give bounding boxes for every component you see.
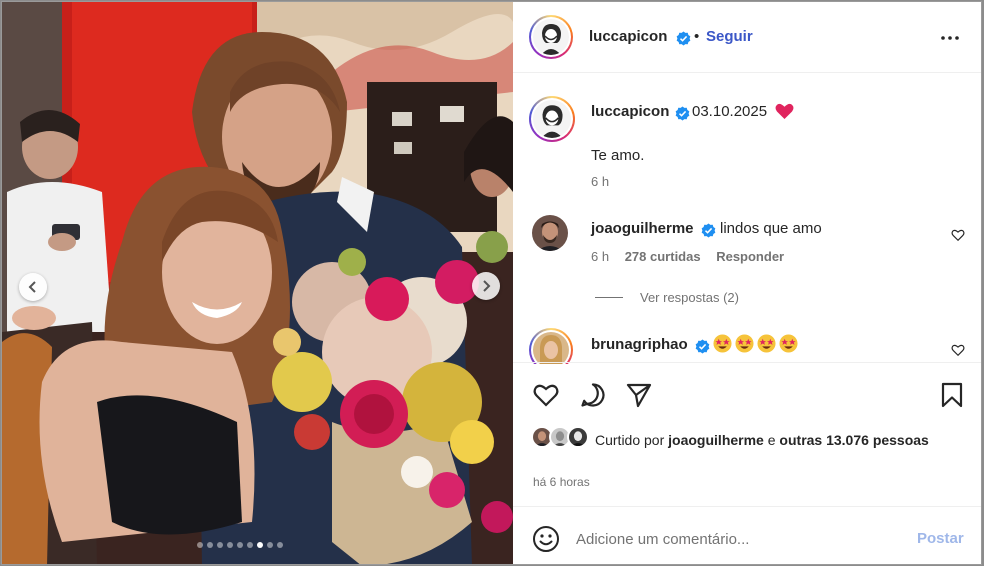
caption-date: 03.10.2025 bbox=[692, 103, 768, 120]
author-avatar bbox=[533, 19, 569, 55]
post-details-panel: luccapicon • Seguir luccapicon 03.10.202… bbox=[513, 2, 981, 564]
follow-button[interactable]: Seguir bbox=[706, 28, 753, 45]
caption-author-avatar bbox=[533, 100, 571, 138]
add-comment-bar: Postar bbox=[513, 506, 981, 564]
next-slide-button[interactable] bbox=[472, 272, 500, 300]
chevron-left-icon bbox=[28, 281, 36, 293]
verified-badge-icon bbox=[675, 106, 690, 121]
carousel-dot bbox=[237, 542, 243, 548]
photo-scene bbox=[2, 2, 513, 564]
comment-like-count[interactable]: 278 curtidas bbox=[625, 249, 701, 264]
caption-timestamp: 6 h bbox=[591, 174, 610, 189]
previous-slide-button[interactable] bbox=[19, 273, 47, 301]
carousel-dot bbox=[217, 542, 223, 548]
like-comment-heart-icon[interactable] bbox=[951, 228, 965, 242]
instagram-post-window: luccapicon • Seguir luccapicon 03.10.202… bbox=[1, 1, 982, 565]
commenter-avatar[interactable] bbox=[532, 215, 568, 251]
like-heart-icon[interactable] bbox=[533, 382, 559, 408]
caption-text: Te amo. bbox=[591, 147, 645, 164]
verified-badge-icon bbox=[676, 31, 691, 46]
comment-bubble-icon[interactable] bbox=[580, 382, 606, 408]
comment-input[interactable] bbox=[576, 525, 896, 553]
post-actions: Curtido por joaoguilherme e outras 13.07… bbox=[513, 364, 981, 506]
carousel-dot bbox=[277, 542, 283, 548]
post-time-ago[interactable]: há 6 horas bbox=[533, 475, 590, 489]
comment-emojis bbox=[713, 334, 801, 354]
post-comment-button[interactable]: Postar bbox=[917, 530, 964, 547]
liked-by-avatars[interactable] bbox=[531, 426, 591, 450]
liked-by-conjunction: e bbox=[767, 432, 776, 448]
author-username[interactable]: luccapicon bbox=[589, 28, 667, 45]
liker-avatar bbox=[567, 426, 589, 448]
comment-meta: 6 h 278 curtidas Responder bbox=[591, 249, 796, 264]
liked-by-summary[interactable]: Curtido por joaoguilherme e outras 13.07… bbox=[595, 430, 955, 451]
liked-by-user[interactable]: joaoguilherme bbox=[668, 432, 764, 448]
verified-badge-icon bbox=[695, 339, 710, 354]
save-bookmark-icon[interactable] bbox=[939, 382, 965, 408]
carousel-dot bbox=[227, 542, 233, 548]
carousel-dot bbox=[267, 542, 273, 548]
comment-text: lindos que amo bbox=[720, 220, 822, 237]
star-struck-emoji-icon bbox=[735, 334, 754, 353]
comments-divider bbox=[513, 362, 981, 363]
emoji-picker-icon[interactable] bbox=[532, 525, 560, 553]
reply-button[interactable]: Responder bbox=[716, 249, 784, 264]
carousel-dot bbox=[197, 542, 203, 548]
view-replies-button[interactable]: Ver respostas (2) bbox=[595, 290, 739, 305]
chevron-right-icon bbox=[483, 280, 491, 292]
verified-badge-icon bbox=[701, 223, 716, 238]
commenter-username[interactable]: brunagriphao bbox=[591, 336, 688, 353]
caption-avatar-ring[interactable] bbox=[529, 96, 575, 142]
liked-by-prefix: Curtido por bbox=[595, 432, 665, 448]
carousel-dot bbox=[207, 542, 213, 548]
liked-by-others-count[interactable]: outras 13.076 bbox=[779, 432, 869, 448]
like-comment-heart-icon[interactable] bbox=[951, 343, 965, 357]
star-struck-emoji-icon bbox=[713, 334, 732, 353]
share-paper-plane-icon[interactable] bbox=[626, 382, 652, 408]
author-avatar-ring[interactable] bbox=[529, 15, 573, 59]
post-photo[interactable] bbox=[2, 2, 513, 564]
view-replies-label: Ver respostas (2) bbox=[640, 290, 739, 305]
caption-username[interactable]: luccapicon bbox=[591, 103, 669, 120]
commenter-username[interactable]: joaoguilherme bbox=[591, 220, 694, 237]
post-header: luccapicon • Seguir bbox=[513, 2, 981, 73]
comment-timestamp: 6 h bbox=[591, 249, 610, 264]
red-heart-emoji-icon bbox=[775, 103, 794, 120]
replies-divider-line bbox=[595, 297, 623, 298]
carousel-indicator bbox=[197, 542, 283, 548]
more-options-icon[interactable] bbox=[938, 26, 962, 50]
carousel-dot bbox=[257, 542, 263, 548]
star-struck-emoji-icon bbox=[757, 334, 776, 353]
header-separator: • bbox=[694, 28, 700, 45]
liked-by-suffix[interactable]: pessoas bbox=[873, 432, 929, 448]
carousel-dot bbox=[247, 542, 253, 548]
star-struck-emoji-icon bbox=[779, 334, 798, 353]
